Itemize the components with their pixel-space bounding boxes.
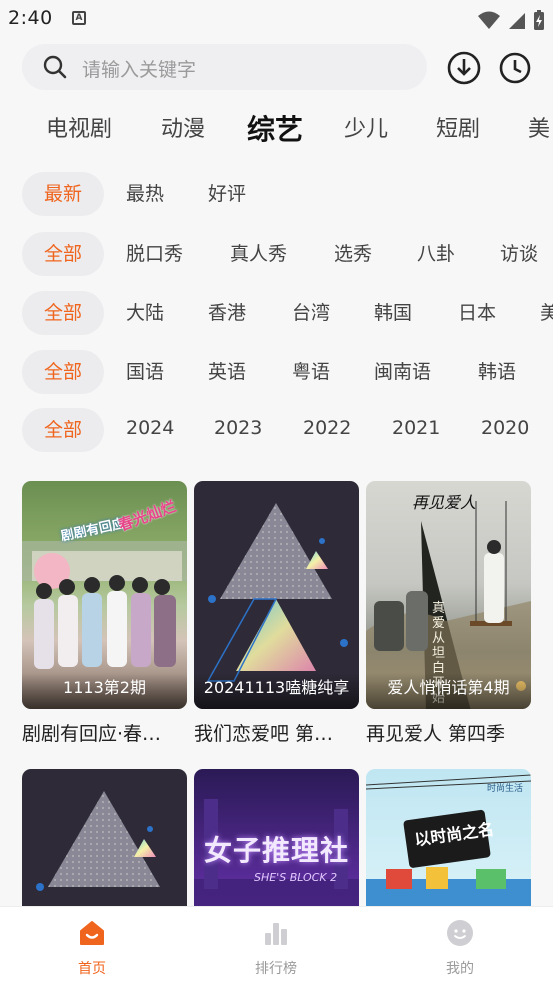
tab-more[interactable]: 美 [528,108,550,152]
filter-lang-cantonese[interactable]: 粤语 [292,350,330,394]
poster-image: 再见爱人 真爱从坦白开始 爱人悄悄话第4期 [366,481,531,709]
filter-lang-mandarin[interactable]: 国语 [126,350,164,394]
tab-short-drama[interactable]: 短剧 [436,108,480,152]
filter-year-2021[interactable]: 2021 [392,408,440,452]
video-card[interactable]: 20241113嗑糖纯享 我们恋爱吧 第… [194,481,359,746]
poster-caption: 1113第2期 [22,673,187,709]
filter-region-korea[interactable]: 韩国 [374,291,412,335]
filter-year-all[interactable]: 全部 [22,408,104,452]
status-icons [477,9,545,31]
battery-icon [534,10,544,30]
card-title: 再见爱人 第四季 [366,723,506,745]
filter-region-usa[interactable]: 美 [540,291,553,335]
filter-row-region: 全部 大陆 香港 台湾 韩国 日本 美 [0,291,553,337]
poster-caption: 20241113嗑糖纯享 [194,673,359,709]
nav-profile[interactable]: 我的 [400,907,520,984]
nav-ranking-label: 排行榜 [255,961,297,977]
history-clock-icon[interactable] [497,50,533,86]
filter-year-2024[interactable]: 2024 [126,408,174,452]
filter-region-hongkong[interactable]: 香港 [208,291,246,335]
search-row: 请输入关键字 [0,44,553,92]
status-time: 2:40 [8,7,53,29]
category-tabs: 电视剧 动漫 综艺 少儿 短剧 美 [0,108,553,152]
filter-sort-hot[interactable]: 最热 [126,172,164,216]
filter-year-2020[interactable]: 2020 [481,408,529,452]
poster-caption: 爱人悄悄话第4期 [366,673,531,709]
nav-home-label: 首页 [78,961,106,977]
status-bar: 2:40 A [0,0,553,38]
nav-ranking[interactable]: 排行榜 [216,907,336,984]
notification-a-icon: A [72,11,86,25]
filter-sort-latest[interactable]: 最新 [22,172,104,216]
filter-region-all[interactable]: 全部 [22,291,104,335]
filter-sort-rating[interactable]: 好评 [208,172,246,216]
poster-image: 剧剧有回应 春光灿烂 1113第2期 [22,481,187,709]
filter-type-talkshow[interactable]: 脱口秀 [126,232,183,276]
home-smile-icon [80,921,104,945]
filter-type-interview[interactable]: 访谈 [500,232,538,276]
filter-year-2023[interactable]: 2023 [214,408,262,452]
filter-row-language: 全部 国语 英语 粤语 闽南语 韩语 [0,350,553,396]
tab-variety[interactable]: 综艺 [247,108,303,152]
poster-tag: 时尚生活 [486,784,523,794]
video-card[interactable]: 再见爱人 真爱从坦白开始 爱人悄悄话第4期 再见爱人 第四季 [366,481,531,746]
tab-kids[interactable]: 少儿 [344,108,388,152]
download-icon[interactable] [446,50,482,86]
filter-year-2022[interactable]: 2022 [303,408,351,452]
filter-lang-minnan[interactable]: 闽南语 [374,350,431,394]
video-card[interactable]: 剧剧有回应 春光灿烂 1113第2期 剧剧有回应·春… [22,481,187,746]
wifi-icon [478,11,500,29]
filter-type-all[interactable]: 全部 [22,232,104,276]
tab-anime[interactable]: 动漫 [161,108,205,152]
filter-region-japan[interactable]: 日本 [458,291,496,335]
filter-row-year: 全部 2024 2023 2022 2021 2020 [0,408,553,454]
nav-profile-label: 我的 [446,961,474,977]
card-title: 剧剧有回应·春… [22,723,162,745]
search-input[interactable]: 请输入关键字 [22,44,427,90]
filter-type-talent[interactable]: 选秀 [334,232,372,276]
filter-type-gossip[interactable]: 八卦 [417,232,455,276]
filter-row-sort: 最新 最热 好评 [0,172,553,218]
tab-tv-series[interactable]: 电视剧 [46,108,112,152]
profile-face-icon [447,920,473,946]
filter-type-reality[interactable]: 真人秀 [230,232,287,276]
poster-logo: 女子推理社 [204,834,350,867]
card-title: 我们恋爱吧 第… [194,723,334,745]
search-placeholder: 请输入关键字 [82,59,197,81]
poster-subtitle: SHE'S BLOCK 2 [254,871,338,884]
nav-home[interactable]: 首页 [32,907,152,984]
filter-lang-korean[interactable]: 韩语 [478,350,516,394]
filter-row-type: 全部 脱口秀 真人秀 选秀 八卦 访谈 [0,232,553,278]
bar-chart-icon [265,923,287,945]
filter-region-taiwan[interactable]: 台湾 [292,291,330,335]
poster-image: 20241113嗑糖纯享 [194,481,359,709]
filter-region-mainland[interactable]: 大陆 [126,291,164,335]
signal-icon [509,13,525,29]
filter-lang-all[interactable]: 全部 [22,350,104,394]
bottom-nav: 首页 排行榜 我的 [0,906,553,984]
search-icon [43,55,67,79]
poster-logo: 再见爱人 [412,493,477,512]
filter-lang-english[interactable]: 英语 [208,350,246,394]
